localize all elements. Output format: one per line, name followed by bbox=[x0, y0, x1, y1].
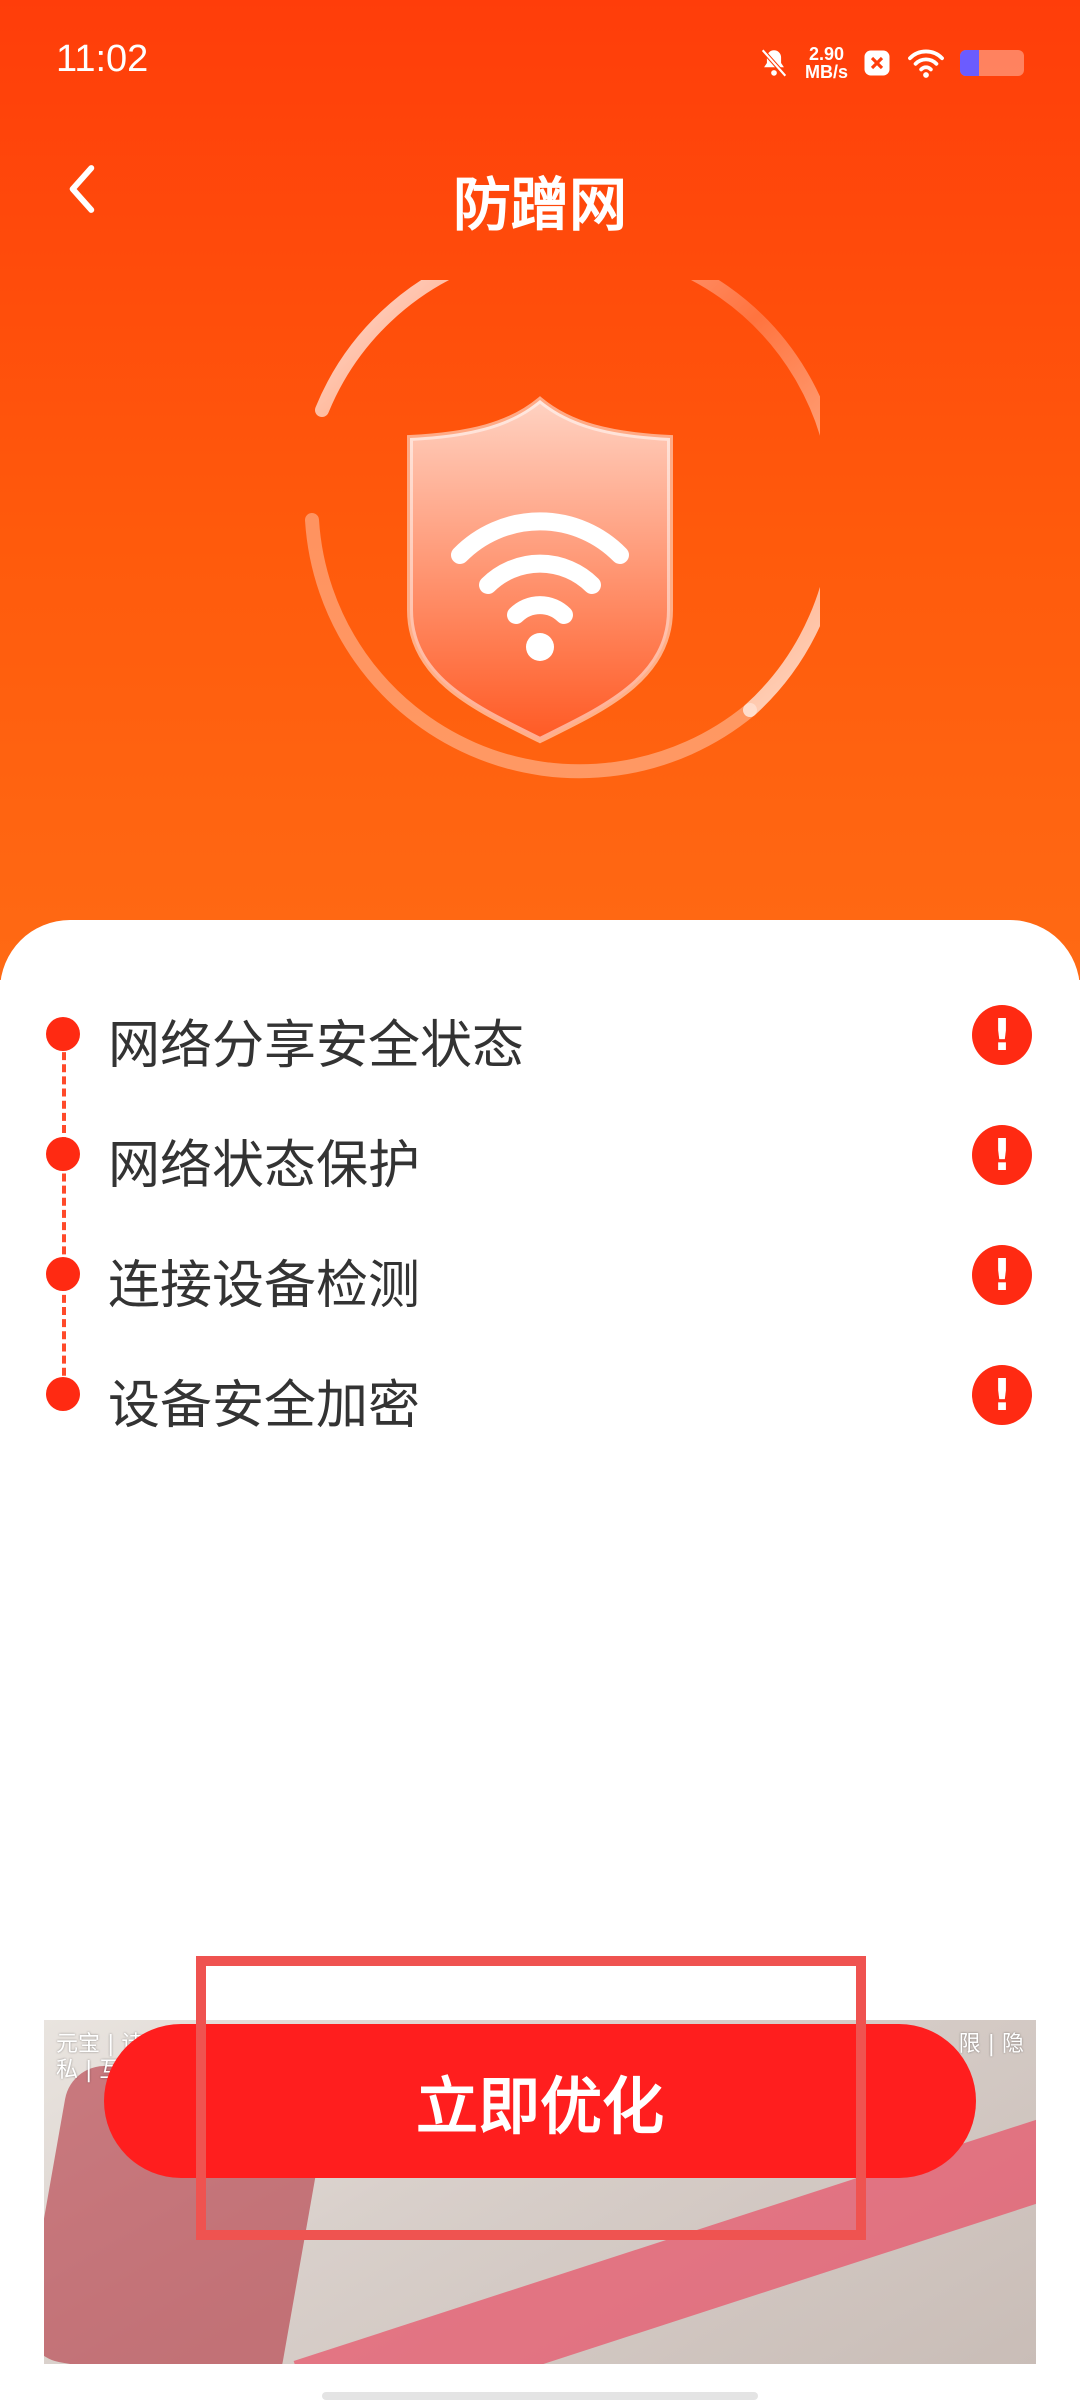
check-item-network-protection: 网络状态保护 ! bbox=[0, 1105, 1080, 1205]
timeline-dot bbox=[46, 1017, 80, 1051]
ad-text-right: 限 | 隐 bbox=[958, 2032, 1024, 2057]
check-label: 网络状态保护 bbox=[108, 1136, 421, 1196]
check-item-device-encryption: 设备安全加密 ! bbox=[0, 1345, 1080, 1445]
warning-icon: ! bbox=[972, 1365, 1032, 1425]
status-icons: 2.90 MB/s bbox=[757, 40, 1024, 86]
home-indicator[interactable] bbox=[322, 2392, 758, 2400]
mute-bell-icon bbox=[761, 48, 787, 78]
check-item-device-detection: 连接设备检测 ! bbox=[0, 1225, 1080, 1325]
check-item-network-sharing: 网络分享安全状态 ! bbox=[0, 985, 1080, 1085]
status-bar: 11:02 2.90 MB/s bbox=[0, 0, 1080, 120]
wifi-icon bbox=[908, 49, 944, 78]
timeline-dot bbox=[46, 1377, 80, 1411]
battery-level bbox=[960, 50, 980, 76]
warning-icon: ! bbox=[972, 1245, 1032, 1305]
highlight-box bbox=[196, 1956, 866, 2240]
close-box-icon bbox=[864, 50, 890, 76]
timeline-dot bbox=[46, 1137, 80, 1171]
net-speed: 2.90 MB/s bbox=[804, 44, 848, 82]
timeline-dot bbox=[46, 1257, 80, 1291]
page-title: 防蹭网 bbox=[452, 171, 627, 239]
check-label: 设备安全加密 bbox=[108, 1376, 421, 1436]
check-label: 网络分享安全状态 bbox=[108, 1016, 525, 1076]
status-time: 11:02 bbox=[56, 38, 149, 80]
nav-bar: 防蹭网 bbox=[0, 140, 1080, 250]
shield-wifi-illustration bbox=[305, 280, 820, 779]
battery-icon bbox=[960, 50, 1024, 76]
check-label: 连接设备检测 bbox=[108, 1256, 421, 1316]
warning-icon: ! bbox=[972, 1005, 1032, 1065]
warning-icon: ! bbox=[972, 1125, 1032, 1185]
